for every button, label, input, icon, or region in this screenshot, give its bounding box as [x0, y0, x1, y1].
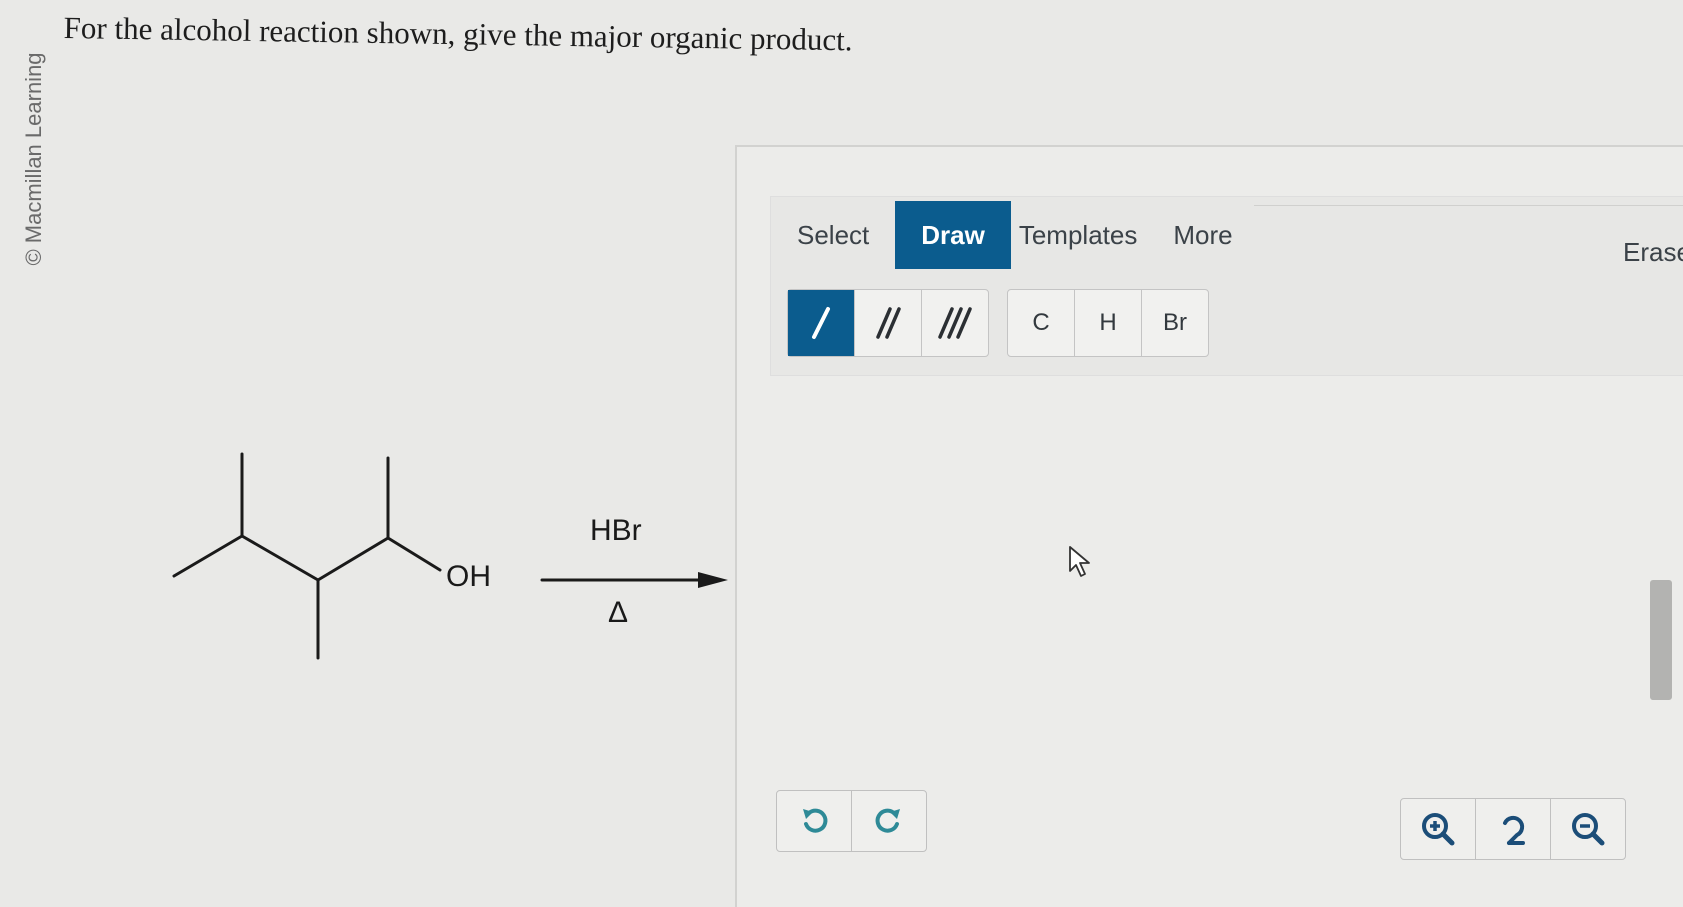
canvas-scrollbar[interactable]	[1650, 580, 1672, 700]
zoom-out-button[interactable]	[1551, 799, 1625, 859]
double-bond-button[interactable]	[855, 290, 922, 356]
tab-select[interactable]: Select	[771, 201, 895, 269]
zoom-out-icon	[1572, 813, 1605, 846]
erase-button[interactable]: Erase	[1623, 237, 1683, 268]
bond-line	[386, 536, 442, 572]
mouse-pointer-icon	[1068, 545, 1094, 584]
triple-bond-icon	[938, 307, 972, 339]
atom-tools: C H Br	[1007, 289, 1209, 357]
bond-line	[316, 536, 390, 582]
atom-hydrogen-button[interactable]: H	[1075, 290, 1142, 356]
zoom-reset-button[interactable]	[1476, 799, 1551, 859]
zoom-reset-icon	[1503, 815, 1525, 845]
bond-tools	[787, 289, 989, 357]
reaction-scheme: OH HBr Δ	[160, 440, 728, 680]
single-bond-icon	[812, 307, 830, 339]
editor-toolbar: Select Draw Templates More Erase C	[770, 196, 1683, 376]
atom-carbon-button[interactable]: C	[1008, 290, 1075, 356]
tab-draw[interactable]: Draw	[895, 201, 1011, 269]
toolbar-tabs: Select Draw Templates More	[771, 201, 1251, 269]
redo-button[interactable]	[852, 791, 926, 851]
undo-button[interactable]	[777, 791, 852, 851]
hydroxyl-label: OH	[446, 560, 491, 593]
copyright-text: © Macmillan Learning	[21, 52, 46, 266]
history-controls	[776, 790, 927, 852]
heat-label: Δ	[608, 596, 629, 629]
reagent-label: HBr	[590, 514, 642, 547]
toolbar-divider	[1254, 205, 1683, 206]
tab-more[interactable]: More	[1155, 201, 1250, 269]
bond-line	[172, 534, 244, 578]
single-bond-button[interactable]	[788, 290, 855, 356]
question-text: For the alcohol reaction shown, give the…	[63, 10, 853, 58]
redo-icon	[875, 808, 900, 833]
triple-bond-button[interactable]	[922, 290, 988, 356]
zoom-in-icon	[1422, 813, 1455, 846]
zoom-controls	[1400, 798, 1626, 860]
reaction-arrow-head	[698, 572, 728, 588]
atom-bromine-button[interactable]: Br	[1142, 290, 1208, 356]
zoom-in-button[interactable]	[1401, 799, 1476, 859]
bond-line	[240, 534, 320, 582]
tab-templates[interactable]: Templates	[1011, 201, 1156, 269]
reactant-structure	[172, 452, 728, 660]
undo-icon	[803, 808, 828, 833]
double-bond-icon	[876, 307, 901, 339]
copyright-notice: © Macmillan Learning	[14, 24, 54, 294]
